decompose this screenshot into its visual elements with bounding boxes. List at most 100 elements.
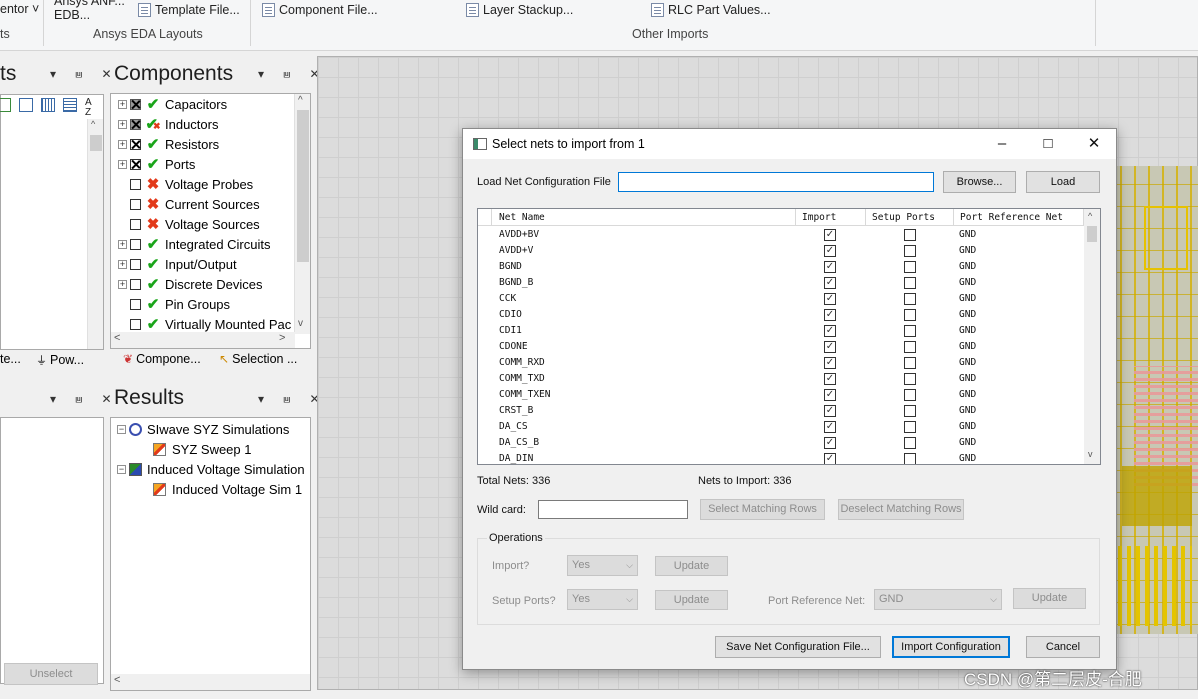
setup-ports-checkbox[interactable] bbox=[904, 229, 916, 241]
table-row[interactable]: BGND ✓ GND bbox=[478, 259, 1085, 275]
setup-ports-checkbox[interactable] bbox=[904, 453, 916, 464]
expand-icon[interactable]: + bbox=[118, 99, 127, 109]
port-reference-cell[interactable]: GND bbox=[959, 451, 976, 464]
column-import[interactable]: Import bbox=[796, 209, 866, 226]
update-setup-ports-button[interactable]: Update bbox=[655, 590, 728, 610]
component-category-row[interactable]: + ✔ Integrated Circuits bbox=[118, 234, 271, 254]
table-row[interactable]: CDIO ✓ GND bbox=[478, 307, 1085, 323]
component-category-row[interactable]: + ✔ Resistors bbox=[118, 134, 219, 154]
import-checkbox[interactable]: ✓ bbox=[824, 405, 836, 417]
close-icon[interactable]: ✕ bbox=[1071, 129, 1117, 159]
category-checkbox[interactable] bbox=[130, 238, 141, 250]
tab-components[interactable]: ❦ Compone... bbox=[123, 352, 201, 366]
update-port-reference-button[interactable]: Update bbox=[1013, 588, 1086, 609]
setup-ports-checkbox[interactable] bbox=[904, 277, 916, 289]
category-checkbox[interactable] bbox=[130, 158, 141, 170]
column-setup-ports[interactable]: Setup Ports bbox=[866, 209, 954, 226]
port-reference-cell[interactable]: GND bbox=[959, 291, 976, 307]
component-category-row[interactable]: ✔ Virtually Mounted Pac bbox=[118, 314, 291, 334]
component-category-row[interactable]: ✖ Voltage Sources bbox=[118, 214, 260, 234]
category-checkbox[interactable] bbox=[130, 278, 141, 290]
setup-ports-checkbox[interactable] bbox=[904, 421, 916, 433]
table-vscroll[interactable]: ^ v bbox=[1084, 209, 1100, 464]
table-row[interactable]: CDI1 ✓ GND bbox=[478, 323, 1085, 339]
port-reference-cell[interactable]: GND bbox=[959, 323, 976, 339]
category-checkbox[interactable] bbox=[130, 198, 141, 210]
dialog-titlebar[interactable]: Select nets to import from 1 – □ ✕ bbox=[463, 129, 1116, 159]
component-category-row[interactable]: ✔ Pin Groups bbox=[118, 294, 230, 314]
component-category-row[interactable]: + ✔ Ports bbox=[118, 154, 195, 174]
import-checkbox[interactable]: ✓ bbox=[824, 325, 836, 337]
column-net-name[interactable]: Net Name bbox=[492, 209, 796, 226]
table-row[interactable]: CCK ✓ GND bbox=[478, 291, 1085, 307]
list-icon[interactable] bbox=[63, 98, 77, 112]
component-category-row[interactable]: ✖ Voltage Probes bbox=[118, 174, 253, 194]
expand-icon[interactable]: + bbox=[118, 139, 127, 149]
tab-pow[interactable]: ⏚ Pow... bbox=[36, 352, 84, 368]
setup-ports-checkbox[interactable] bbox=[904, 261, 916, 273]
ansys-anf-button[interactable]: Ansys ANF... bbox=[54, 0, 125, 8]
rlc-part-values-button[interactable]: RLC Part Values... bbox=[651, 3, 771, 17]
update-import-button[interactable]: Update bbox=[655, 556, 728, 576]
category-checkbox[interactable] bbox=[130, 138, 141, 150]
template-file-button[interactable]: Template File... bbox=[138, 3, 240, 17]
minimize-icon[interactable]: – bbox=[979, 129, 1025, 159]
component-category-row[interactable]: + ✔✖ Inductors bbox=[118, 114, 218, 134]
results-item-induced-voltage-sim[interactable]: Induced Voltage Sim 1 bbox=[153, 479, 302, 499]
table-row[interactable]: COMM_TXEN ✓ GND bbox=[478, 387, 1085, 403]
import-checkbox[interactable]: ✓ bbox=[824, 293, 836, 305]
deselect-matching-rows-button[interactable]: Deselect Matching Rows bbox=[838, 499, 964, 520]
table-row[interactable]: DA_DIN ✓ GND bbox=[478, 451, 1085, 464]
category-checkbox[interactable] bbox=[130, 318, 141, 330]
import-checkbox[interactable]: ✓ bbox=[824, 373, 836, 385]
components-vscroll[interactable]: ^ v bbox=[294, 94, 310, 334]
port-reference-cell[interactable]: GND bbox=[959, 419, 976, 435]
unselect-button[interactable]: Unselect bbox=[4, 663, 98, 685]
setup-ports-checkbox[interactable] bbox=[904, 309, 916, 321]
maximize-icon[interactable]: □ bbox=[1025, 129, 1071, 159]
import-checkbox[interactable]: ✓ bbox=[824, 277, 836, 289]
table-row[interactable]: BGND_B ✓ GND bbox=[478, 275, 1085, 291]
load-config-input[interactable] bbox=[618, 172, 934, 192]
cancel-button[interactable]: Cancel bbox=[1026, 636, 1100, 658]
import-checkbox[interactable]: ✓ bbox=[824, 309, 836, 321]
select-matching-rows-button[interactable]: Select Matching Rows bbox=[700, 499, 825, 520]
table-row[interactable]: DA_CS_B ✓ GND bbox=[478, 435, 1085, 451]
expand-icon[interactable]: + bbox=[118, 159, 127, 169]
results-item-induced-voltage[interactable]: − Induced Voltage Simulation bbox=[117, 459, 305, 479]
component-category-row[interactable]: + ✔ Discrete Devices bbox=[118, 274, 263, 294]
setup-ports-checkbox[interactable] bbox=[904, 405, 916, 417]
setup-ports-op-combo[interactable]: Yes ⌵ bbox=[567, 589, 638, 610]
import-checkbox[interactable]: ✓ bbox=[824, 229, 836, 241]
port-reference-cell[interactable]: GND bbox=[959, 259, 976, 275]
browse-button[interactable]: Browse... bbox=[943, 171, 1016, 193]
import-op-combo[interactable]: Yes ⌵ bbox=[567, 555, 638, 576]
table-row[interactable]: DA_CS ✓ GND bbox=[478, 419, 1085, 435]
setup-ports-checkbox[interactable] bbox=[904, 293, 916, 305]
pcb-layout[interactable] bbox=[1114, 166, 1198, 634]
table-row[interactable]: CDONE ✓ GND bbox=[478, 339, 1085, 355]
import-checkbox[interactable]: ✓ bbox=[824, 261, 836, 273]
import-checkbox[interactable]: ✓ bbox=[824, 245, 836, 257]
table-row[interactable]: COMM_RXD ✓ GND bbox=[478, 355, 1085, 371]
ribbon-dropdown[interactable]: entor ˅ bbox=[0, 2, 39, 16]
grid-icon[interactable] bbox=[41, 98, 55, 112]
port-reference-cell[interactable]: GND bbox=[959, 435, 976, 451]
component-file-button[interactable]: Component File... bbox=[262, 3, 378, 17]
left-panel2-controls[interactable]: ▾ ⩏ ✕ bbox=[50, 392, 120, 407]
import-checkbox[interactable]: ✓ bbox=[824, 437, 836, 449]
port-reference-cell[interactable]: GND bbox=[959, 243, 976, 259]
category-checkbox[interactable] bbox=[130, 178, 141, 190]
port-reference-cell[interactable]: GND bbox=[959, 403, 976, 419]
port-reference-cell[interactable]: GND bbox=[959, 387, 976, 403]
square-icon[interactable] bbox=[19, 98, 33, 112]
results-item-syz-sweep[interactable]: SYZ Sweep 1 bbox=[153, 439, 252, 459]
setup-ports-checkbox[interactable] bbox=[904, 373, 916, 385]
collapse-icon[interactable]: − bbox=[117, 464, 126, 474]
setup-ports-checkbox[interactable] bbox=[904, 357, 916, 369]
table-row[interactable]: AVDD+V ✓ GND bbox=[478, 243, 1085, 259]
import-configuration-button[interactable]: Import Configuration bbox=[892, 636, 1010, 658]
setup-ports-checkbox[interactable] bbox=[904, 389, 916, 401]
tab-selection[interactable]: ↖ Selection ... bbox=[219, 352, 297, 366]
expand-icon[interactable]: + bbox=[118, 279, 127, 289]
